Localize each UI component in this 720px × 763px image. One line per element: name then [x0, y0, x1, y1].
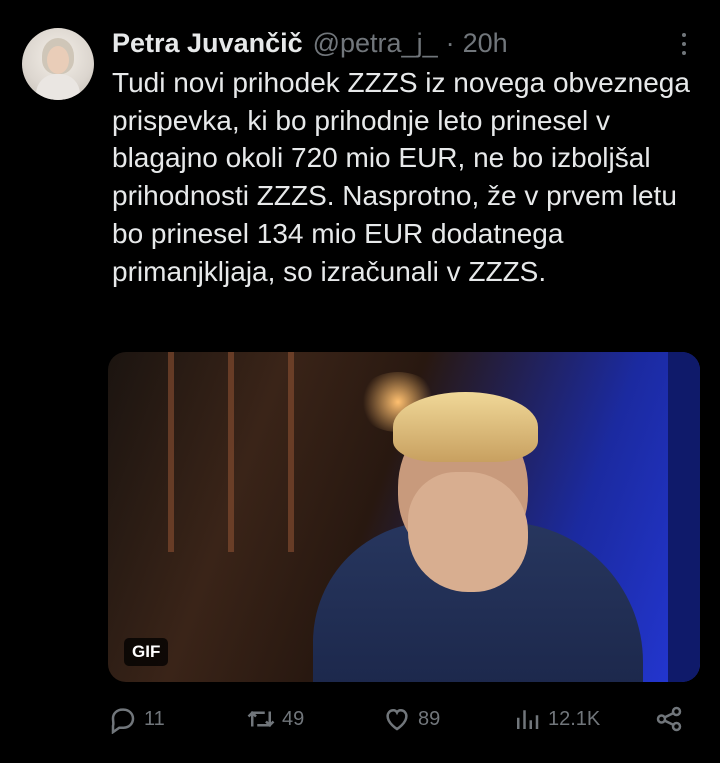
tweet-header: Petra Juvančič @petra_j_ · 20h	[112, 26, 508, 60]
separator-dot: ·	[445, 28, 455, 58]
gif-badge: GIF	[124, 638, 169, 666]
user-handle[interactable]: @petra_j_	[313, 26, 438, 60]
retweet-count: 49	[282, 707, 305, 730]
like-button[interactable]: 89	[382, 702, 440, 736]
action-bar: 11 49 89 12.1K	[108, 702, 700, 736]
more-icon[interactable]	[672, 30, 696, 58]
display-name[interactable]: Petra Juvančič	[112, 26, 303, 60]
views-icon	[517, 710, 539, 729]
retweet-button[interactable]: 49	[246, 702, 304, 736]
retweet-icon	[247, 710, 275, 728]
views-button[interactable]: 12.1K	[512, 702, 600, 736]
share-button[interactable]	[654, 702, 684, 736]
timestamp[interactable]: 20h	[463, 26, 508, 60]
tweet-text: Tudi novi prihodek ZZZS iz novega obvezn…	[112, 67, 690, 287]
reply-icon	[111, 708, 135, 734]
reply-count: 11	[144, 707, 165, 730]
gif-media[interactable]: GIF	[108, 352, 700, 682]
like-icon	[386, 708, 408, 731]
like-count: 89	[418, 707, 441, 730]
share-icon	[656, 706, 682, 732]
reply-button[interactable]: 11	[108, 702, 165, 736]
tweet[interactable]: Petra Juvančič @petra_j_ · 20h Tudi novi…	[0, 0, 720, 763]
views-count: 12.1K	[548, 707, 601, 730]
avatar[interactable]	[22, 28, 94, 100]
